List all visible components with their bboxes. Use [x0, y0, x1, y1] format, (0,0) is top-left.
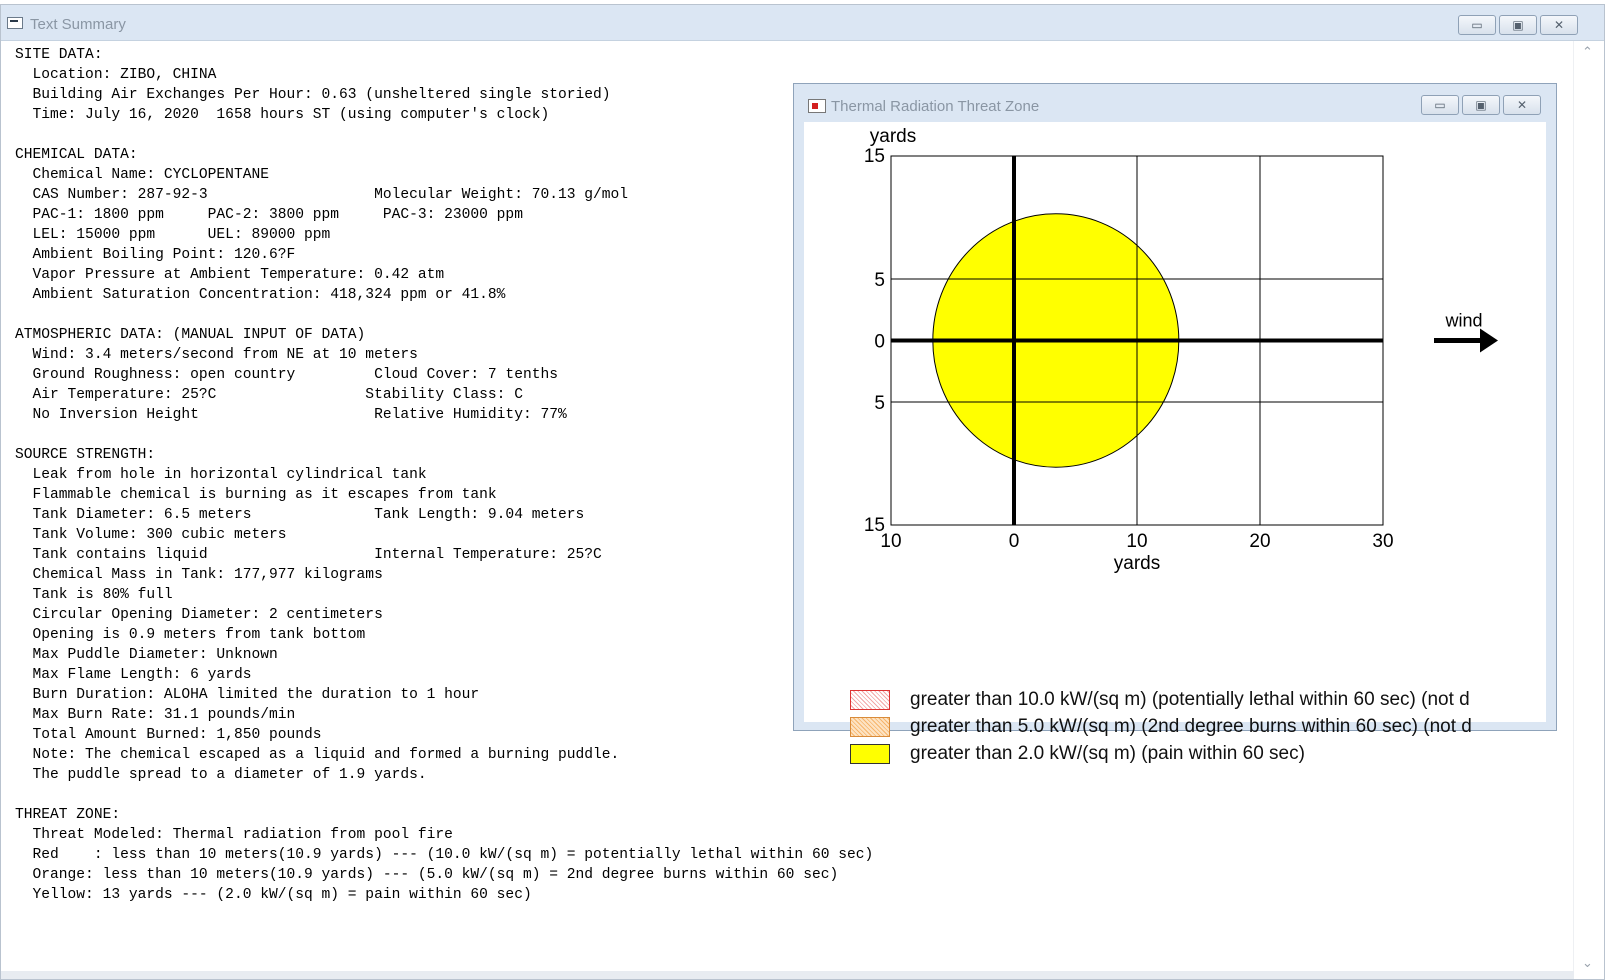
summary-text: SITE DATA: Location: ZIBO, CHINA Buildin…: [15, 47, 874, 903]
vertical-scrollbar[interactable]: ⌃ ⌄: [1573, 41, 1604, 977]
threat-legend: greater than 10.0 kW/(sq m) (potentially…: [850, 686, 1546, 767]
threat-minimize-button[interactable]: ▭: [1421, 95, 1459, 115]
x-tick-label: 0: [1009, 531, 1020, 552]
legend-row-red: greater than 10.0 kW/(sq m) (potentially…: [850, 686, 1546, 713]
y-axis-label: yards: [870, 126, 916, 147]
close-button[interactable]: ✕: [1540, 15, 1578, 35]
legend-swatch-red: [850, 689, 890, 710]
scroll-up-icon[interactable]: ⌃: [1582, 45, 1593, 60]
threat-zone-chart: 10 0 10 20 301550515yardsyardswind: [864, 126, 1498, 574]
y-tick-label: 0: [874, 332, 885, 353]
legend-label-red: greater than 10.0 kW/(sq m) (potentially…: [910, 688, 1470, 710]
wind-arrow-icon: [1480, 328, 1498, 353]
legend-label-yellow: greater than 2.0 kW/(sq m) (pain within …: [910, 742, 1305, 764]
legend-swatch-yellow: [850, 743, 890, 764]
legend-row-yellow: greater than 2.0 kW/(sq m) (pain within …: [850, 740, 1546, 767]
legend-label-orange: greater than 5.0 kW/(sq m) (2nd degree b…: [910, 715, 1472, 737]
threat-close-button[interactable]: ✕: [1503, 95, 1541, 115]
y-tick-label: 5: [874, 393, 885, 414]
y-tick-label: 5: [874, 270, 885, 291]
x-tick-label: 20: [1249, 531, 1270, 552]
y-tick-label: 15: [864, 146, 885, 167]
x-axis-label: yards: [1114, 553, 1160, 574]
threat-plot-area: 10 0 10 20 30 15 5 0 5 15 yards yards wind greater t…: [804, 122, 1546, 764]
window-app-icon[interactable]: [7, 17, 23, 29]
threat-window-title: Thermal Radiation Threat Zone: [831, 98, 1040, 115]
wind-label: wind: [1444, 311, 1482, 331]
scroll-down-icon[interactable]: ⌄: [1582, 956, 1593, 971]
text-summary-titlebar[interactable]: Text Summary ▭ ▣ ✕: [1, 5, 1604, 41]
threat-window-icon[interactable]: [808, 99, 826, 113]
thermal-threat-window: Thermal Radiation Threat Zone ▭ ▣ ✕ 10 0 1…: [793, 83, 1557, 764]
y-tick-label: 15: [864, 515, 885, 536]
x-tick-label: 30: [1372, 531, 1393, 552]
minimize-button[interactable]: ▭: [1458, 15, 1496, 35]
legend-row-orange: greater than 5.0 kW/(sq m) (2nd degree b…: [850, 713, 1546, 740]
threat-maximize-button[interactable]: ▣: [1462, 95, 1500, 115]
maximize-button[interactable]: ▣: [1499, 15, 1537, 35]
legend-swatch-orange: [850, 716, 890, 737]
window-title: Text Summary: [30, 16, 126, 33]
horizontal-scrollbar[interactable]: [1, 971, 1574, 979]
x-tick-label: 10: [1126, 531, 1147, 552]
